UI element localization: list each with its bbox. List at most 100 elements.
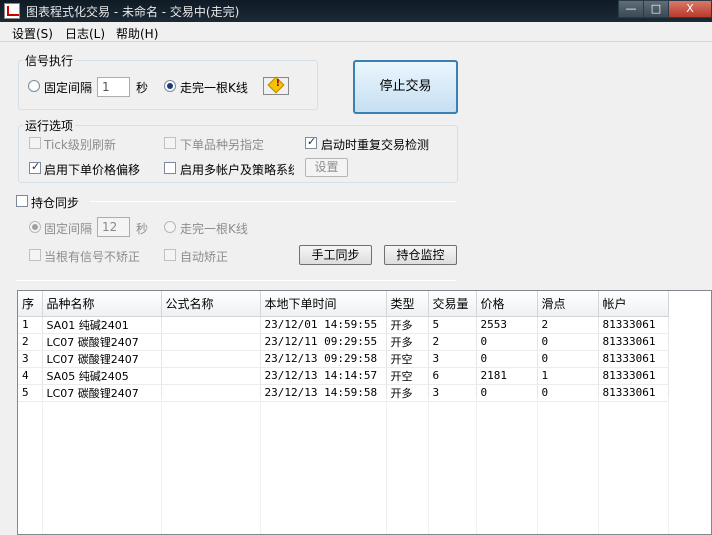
cell-formula [161,350,261,368]
menu-log[interactable]: 日志(L) [65,25,105,42]
stop-trading-button[interactable]: 停止交易 [353,60,458,114]
multi-account-checkbox[interactable] [164,162,176,174]
position-sync-label: 持仓同步 [31,196,80,210]
orders-table: 序 品种名称 公式名称 本地下单时间 类型 交易量 价格 滑点 帐户 1 SA0… [18,291,669,402]
menu-help[interactable]: 帮助(H) [116,25,158,42]
table-header-row: 序 品种名称 公式名称 本地下单时间 类型 交易量 价格 滑点 帐户 [18,291,669,317]
order-other-checkbox[interactable] [164,137,176,149]
cell-index: 4 [18,367,43,385]
cell-type: 开多 [386,316,429,334]
col-header-formula[interactable]: 公式名称 [161,291,261,317]
sync-fixed-interval-label: 固定间隔 [44,222,93,236]
cell-price: 2181 [476,367,538,385]
cell-order-time: 23/12/13 14:14:57 [260,367,387,385]
table-row[interactable]: 3 LC07 碳酸锂2407 23/12/13 09:29:58 开空 3 0 … [18,350,669,368]
cell-formula [161,333,261,351]
grid-line [260,398,261,534]
sync-interval-input[interactable]: 12 [97,217,130,237]
sync-seconds-label: 秒 [136,222,149,236]
col-header-price[interactable]: 价格 [476,291,538,317]
minimize-button[interactable]: — [618,0,644,18]
table-row[interactable]: 2 LC07 碳酸锂2407 23/12/11 09:29:55 开多 2 0 … [18,333,669,351]
auto-correct-label: 自动矫正 [180,250,229,264]
cell-index: 5 [18,384,43,402]
maximize-button[interactable]: □ [643,0,669,18]
col-header-type[interactable]: 类型 [386,291,429,317]
cell-account: 81333061 [598,316,669,334]
cell-symbol: SA01 纯碱2401 [42,316,162,334]
cell-symbol: LC07 碳酸锂2407 [42,333,162,351]
cell-symbol: LC07 碳酸锂2407 [42,384,162,402]
table-row[interactable]: 5 LC07 碳酸锂2407 23/12/13 14:59:58 开多 3 0 … [18,384,669,402]
cell-order-time: 23/12/13 14:59:58 [260,384,387,402]
price-offset-checkbox[interactable] [29,160,41,174]
section-divider [16,280,456,281]
signal-bar-close-radio[interactable] [164,80,176,92]
order-other-label: 下单品种另指定 [180,138,265,152]
position-sync-checkbox[interactable] [16,195,28,207]
sync-bar-close-radio[interactable] [164,221,176,233]
cell-type: 开空 [386,350,429,368]
signal-fixed-interval-radio[interactable] [28,80,40,92]
signal-interval-input[interactable]: 1 [97,77,130,97]
title-bar: 图表程式化交易 - 未命名 - 交易中(走完) — □ X [0,0,712,22]
grid-line [161,398,162,534]
cell-order-time: 23/12/01 14:59:55 [260,316,387,334]
col-header-order-time[interactable]: 本地下单时间 [260,291,387,317]
position-sync-divider [90,201,456,202]
settings-button[interactable]: 设置 [305,158,348,177]
cell-price: 2553 [476,316,538,334]
table-row[interactable]: 4 SA05 纯碱2405 23/12/13 14:14:57 开空 6 218… [18,367,669,385]
cell-symbol: SA05 纯碱2405 [42,367,162,385]
tick-refresh-checkbox[interactable] [29,137,41,149]
grid-line [537,398,538,534]
cell-volume: 3 [428,384,477,402]
manual-sync-button[interactable]: 手工同步 [299,245,372,265]
cell-account: 81333061 [598,384,669,402]
table-row[interactable]: 1 SA01 纯碱2401 23/12/01 14:59:55 开多 5 255… [18,316,669,334]
cell-formula [161,384,261,402]
col-header-slippage[interactable]: 滑点 [537,291,599,317]
grid-line [668,398,669,534]
cell-type: 开多 [386,384,429,402]
cell-price: 0 [476,350,538,368]
app-chart-icon [4,3,20,19]
col-header-volume[interactable]: 交易量 [428,291,477,317]
no-correct-label: 当根有信号不矫正 [44,250,141,264]
cell-order-time: 23/12/11 09:29:55 [260,333,387,351]
cell-slippage: 0 [537,384,599,402]
signal-fixed-interval-label: 固定间隔 [44,81,93,95]
cell-index: 3 [18,350,43,368]
col-header-account[interactable]: 帐户 [598,291,669,317]
cell-formula [161,316,261,334]
run-options-label: 运行选项 [23,117,76,134]
warning-diamond-button[interactable] [263,76,289,95]
cell-order-time: 23/12/13 09:29:58 [260,350,387,368]
price-offset-label: 启用下单价格偏移 [44,163,141,177]
cell-slippage: 2 [537,316,599,334]
signal-seconds-label: 秒 [136,81,149,95]
restart-check-checkbox[interactable] [305,135,317,149]
cell-symbol: LC07 碳酸锂2407 [42,350,162,368]
cell-index: 2 [18,333,43,351]
cell-account: 81333061 [598,350,669,368]
cell-slippage: 1 [537,367,599,385]
grid-line [386,398,387,534]
auto-correct-checkbox[interactable] [164,249,176,261]
menu-settings[interactable]: 设置(S) [12,25,53,42]
cell-index: 1 [18,316,43,334]
sync-bar-close-label: 走完一根K线 [180,222,248,236]
orders-table-panel[interactable]: 序 品种名称 公式名称 本地下单时间 类型 交易量 价格 滑点 帐户 1 SA0… [17,290,712,535]
close-button[interactable]: X [668,0,712,18]
col-header-symbol[interactable]: 品种名称 [42,291,162,317]
sync-fixed-interval-radio[interactable] [29,221,41,233]
grid-line [598,398,599,534]
cell-volume: 6 [428,367,477,385]
tick-refresh-label: Tick级别刷新 [44,138,116,152]
cell-volume: 2 [428,333,477,351]
signal-bar-close-label: 走完一根K线 [180,81,248,95]
grid-line [476,398,477,534]
col-header-index[interactable]: 序 [18,291,43,317]
no-correct-checkbox[interactable] [29,249,41,261]
position-monitor-button[interactable]: 持仓监控 [384,245,457,265]
